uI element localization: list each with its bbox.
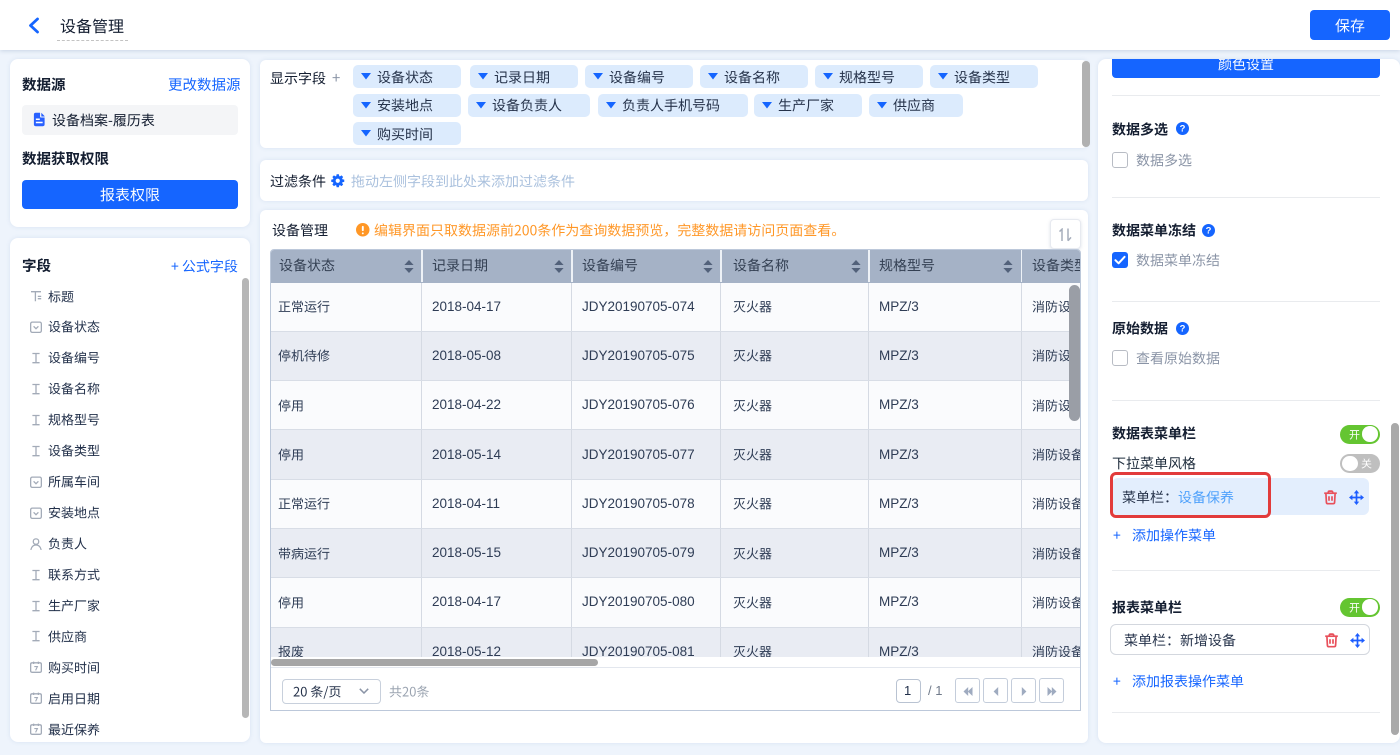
- svg-text:?: ?: [1180, 323, 1186, 334]
- svg-text:?: ?: [1206, 225, 1212, 236]
- svg-text:?: ?: [1180, 124, 1186, 135]
